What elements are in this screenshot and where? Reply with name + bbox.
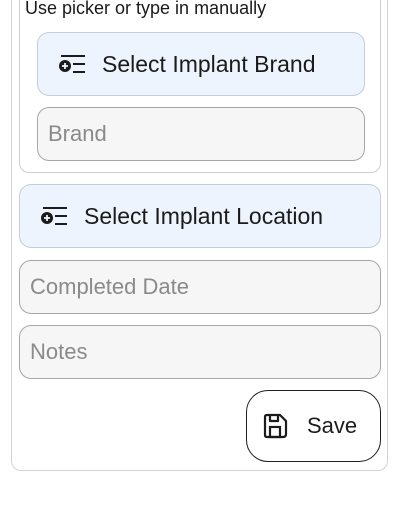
select-implant-brand-label: Select Implant Brand bbox=[102, 50, 316, 77]
save-button[interactable]: Save bbox=[246, 390, 381, 462]
select-implant-location-label: Select Implant Location bbox=[84, 202, 324, 229]
floppy-disk-icon bbox=[263, 413, 288, 439]
picker-hint: Use picker or type in manually bbox=[25, 0, 267, 18]
brand-input[interactable] bbox=[37, 107, 365, 161]
notes-input[interactable] bbox=[19, 325, 381, 379]
select-implant-brand-button[interactable]: Select Implant Brand bbox=[37, 32, 365, 96]
list-add-icon bbox=[59, 55, 85, 73]
completed-date-input[interactable] bbox=[19, 260, 381, 314]
save-label: Save bbox=[307, 413, 358, 438]
select-implant-location-button[interactable]: Select Implant Location bbox=[19, 184, 381, 248]
list-add-icon bbox=[41, 207, 67, 225]
